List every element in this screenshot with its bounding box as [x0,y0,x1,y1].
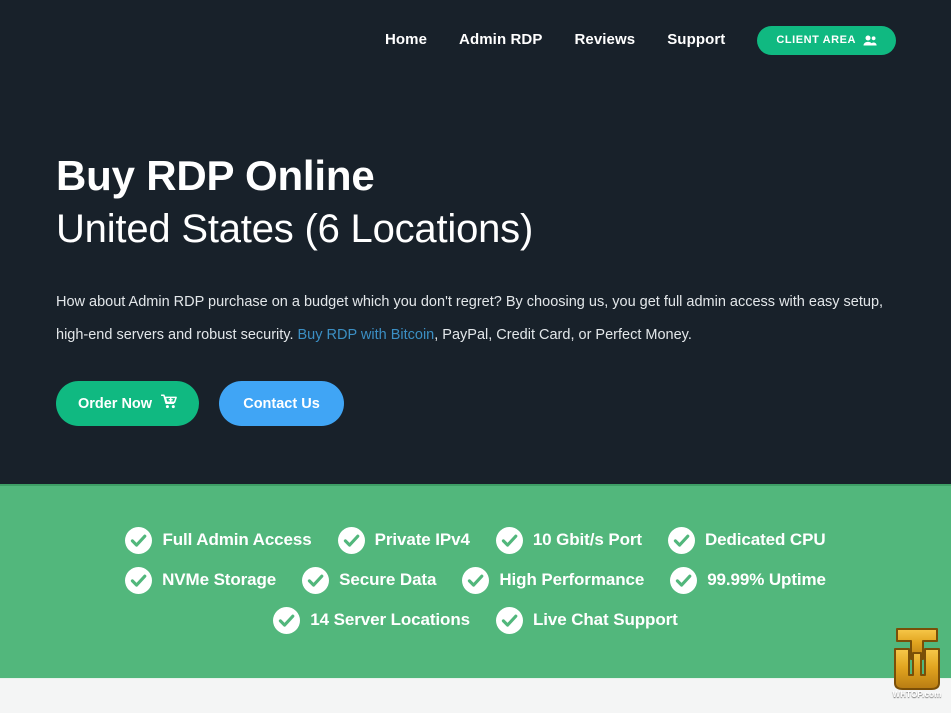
bitcoin-link[interactable]: Buy RDP with Bitcoin [298,327,435,343]
feature-label: Secure Data [339,570,437,589]
hero-section: Home Admin RDP Reviews Support CLIENT AR… [0,0,951,484]
nav-item-reviews[interactable]: Reviews [558,30,651,50]
nav-links: Home Admin RDP Reviews Support CLIENT AR… [369,25,896,55]
nav-item-support[interactable]: Support [651,30,741,50]
feature-label: Dedicated CPU [704,530,826,549]
feature-item: High Performance [462,560,644,600]
check-circle-icon [462,566,490,594]
page-root: Home Admin RDP Reviews Support CLIENT AR… [0,0,951,713]
feature-item: Live Chat Support [495,600,678,640]
feature-label: High Performance [499,570,645,589]
feature-label: Full Admin Access [162,530,312,549]
page-title: Buy RDP Online United States (6 Location… [56,150,901,254]
check-circle-icon [125,566,153,594]
check-circle-icon [670,566,698,594]
feature-item: Dedicated CPU [667,520,826,560]
feature-label: Private IPv4 [374,530,470,549]
feature-label: NVMe Storage [162,570,277,589]
nav-item-home[interactable]: Home [369,30,443,50]
headline-line-2: United States (6 Locations) [56,207,534,251]
headline-line-1: Buy RDP Online [56,152,375,199]
feature-item: Secure Data [302,560,436,600]
feature-label: Live Chat Support [532,610,678,629]
main-navigation: Home Admin RDP Reviews Support CLIENT AR… [0,0,951,80]
nav-item-admin-rdp[interactable]: Admin RDP [443,30,558,50]
page-bottom-strip [0,678,951,713]
check-circle-icon [495,606,523,634]
contact-us-label: Contact Us [243,395,320,412]
feature-item: 10 Gbit/s Port [495,520,642,560]
shopping-cart-icon [160,394,177,413]
check-circle-icon [302,566,330,594]
feature-label: 99.99% Uptime [707,570,826,589]
hero-description-part-2: , PayPal, Credit Card, or Perfect Money. [434,327,692,343]
features-band: Full Admin Access Private IPv4 10 Gbit/s P… [0,484,951,678]
check-circle-icon [125,526,153,554]
feature-item: 99.99% Uptime [670,560,826,600]
users-icon [863,35,877,46]
cta-row: Order Now Contact Us [56,381,901,426]
client-area-button[interactable]: CLIENT AREA [757,25,896,55]
order-now-button[interactable]: Order Now [56,381,199,426]
check-circle-icon [495,526,523,554]
check-circle-icon [273,606,301,634]
order-now-label: Order Now [77,395,153,412]
feature-item: Private IPv4 [337,520,470,560]
feature-item: Full Admin Access [125,520,312,560]
check-circle-icon [667,526,695,554]
check-circle-icon [337,526,365,554]
feature-item: 14 Server Locations [273,600,470,640]
hero-description: How about Admin RDP purchase on a budget… [56,286,896,352]
features-list: Full Admin Access Private IPv4 10 Gbit/s P… [86,520,866,640]
feature-label: 10 Gbit/s Port [532,530,642,549]
contact-us-button[interactable]: Contact Us [219,381,344,426]
feature-item: NVMe Storage [125,560,276,600]
feature-label: 14 Server Locations [310,610,470,629]
client-area-label: CLIENT AREA [776,33,856,46]
hero-content: Buy RDP Online United States (6 Location… [56,150,901,426]
